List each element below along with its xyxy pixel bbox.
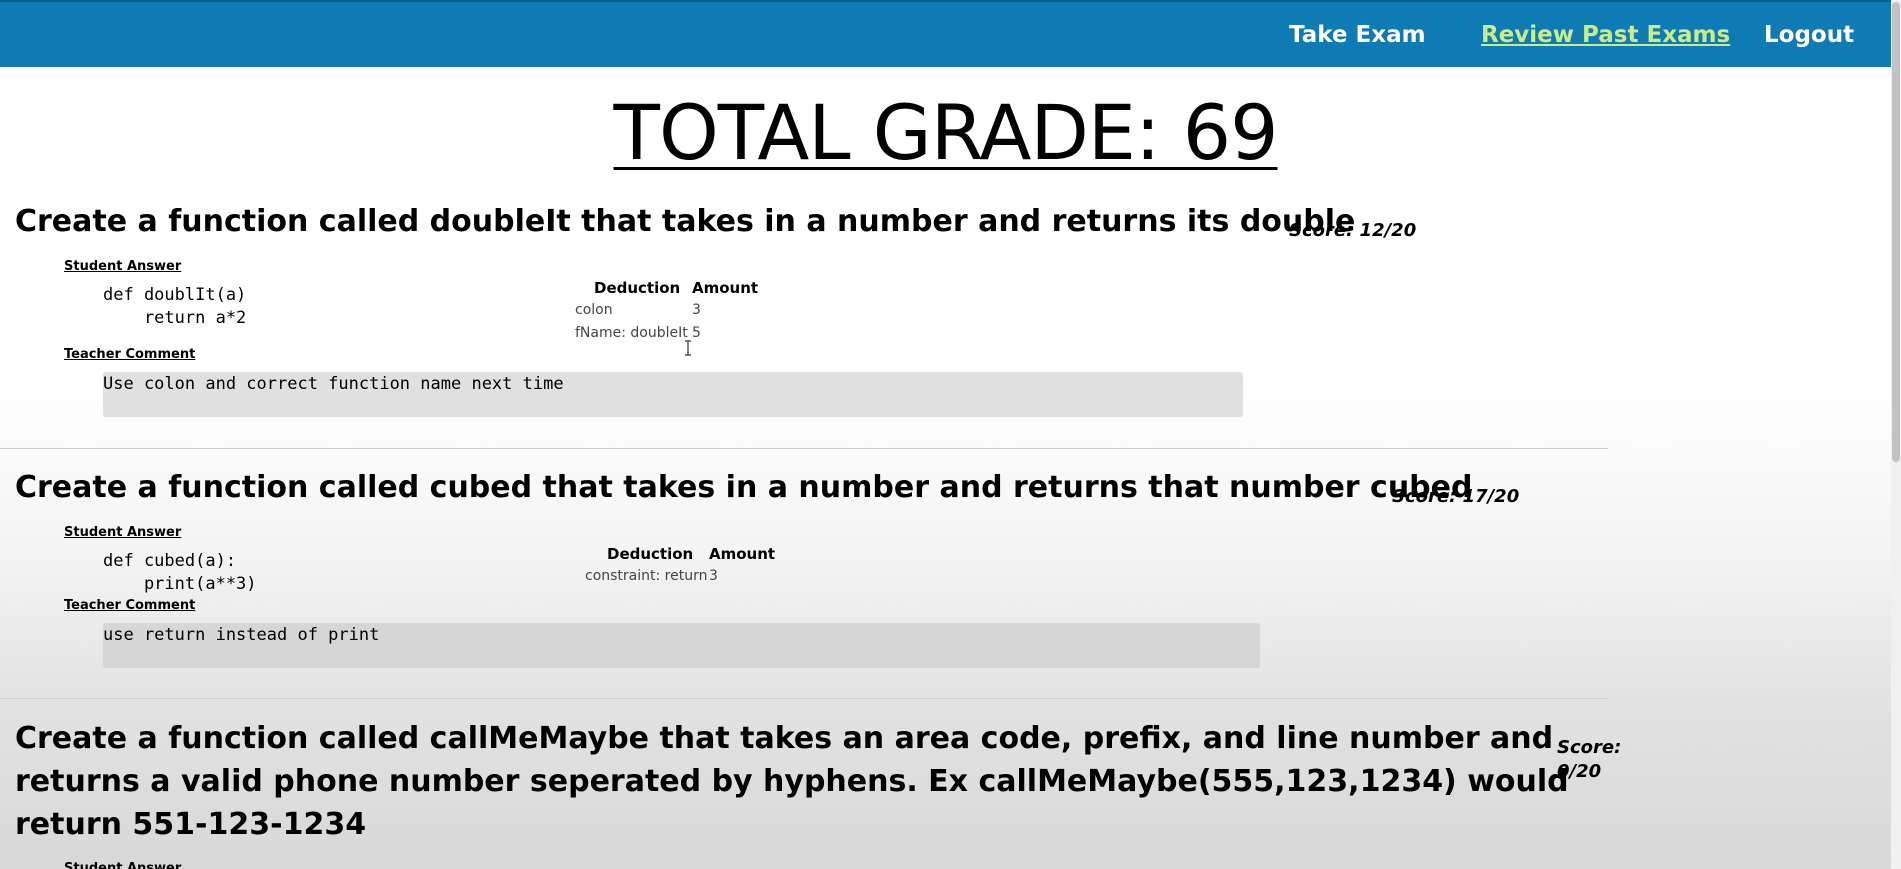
- question-3-score-value: 0/20: [1557, 761, 1602, 782]
- question-1-teacher-comment-label: Teacher Comment: [64, 347, 196, 362]
- question-3-student-answer-label: Student Answer: [64, 861, 182, 869]
- question-divider: [0, 698, 1608, 699]
- nav-logout-link[interactable]: Logout: [1764, 22, 1854, 48]
- deduction-header: Deduction: [594, 279, 681, 297]
- nav-take-exam-link[interactable]: Take Exam: [1289, 22, 1426, 48]
- question-3-title-line-3: return 551-123-1234: [15, 807, 367, 842]
- amount-cell: 3: [709, 568, 718, 584]
- page-scrollbar-thumb[interactable]: [1892, 2, 1900, 462]
- question-1-title: Create a function called doubleIt that t…: [15, 204, 1356, 239]
- nav-review-past-exams-link[interactable]: Review Past Exams: [1481, 22, 1730, 48]
- amount-header: Amount: [692, 279, 759, 297]
- question-2-score: Score: 17/20: [1392, 486, 1520, 507]
- top-navbar: Take Exam Review Past Exams Logout: [0, 0, 1891, 67]
- deduction-header: Deduction: [607, 545, 694, 563]
- question-1-student-code: def doublIt(a) return a*2: [103, 285, 247, 328]
- deduction-cell: constraint: return: [585, 568, 708, 584]
- question-divider: [0, 448, 1608, 449]
- deduction-cell: fName: doubleIt: [575, 325, 688, 341]
- amount-cell: 3: [692, 302, 701, 318]
- question-3-title-line-1: Create a function called callMeMaybe tha…: [15, 721, 1554, 756]
- question-2-teacher-comment: use return instead of print: [103, 623, 1260, 668]
- question-3-score-label: Score:: [1557, 737, 1622, 758]
- question-1-score: Score: 12/20: [1289, 220, 1417, 241]
- question-2-teacher-comment-label: Teacher Comment: [64, 598, 196, 613]
- amount-cell: 5: [692, 325, 701, 341]
- total-grade-heading: TOTAL GRADE: 69: [613, 88, 1279, 177]
- text-cursor-icon: [685, 340, 691, 356]
- question-2-title: Create a function called cubed that take…: [15, 470, 1473, 505]
- page-scrollbar-track[interactable]: [1891, 0, 1901, 869]
- deduction-cell: colon: [575, 302, 613, 318]
- question-1-teacher-comment: Use colon and correct function name next…: [103, 372, 1243, 417]
- question-2-student-answer-label: Student Answer: [64, 525, 182, 540]
- question-1-student-answer-label: Student Answer: [64, 259, 182, 274]
- question-3-title-line-2: returns a valid phone number seperated b…: [15, 764, 1569, 799]
- question-2-student-code: def cubed(a): print(a**3): [103, 551, 257, 594]
- amount-header: Amount: [709, 545, 776, 563]
